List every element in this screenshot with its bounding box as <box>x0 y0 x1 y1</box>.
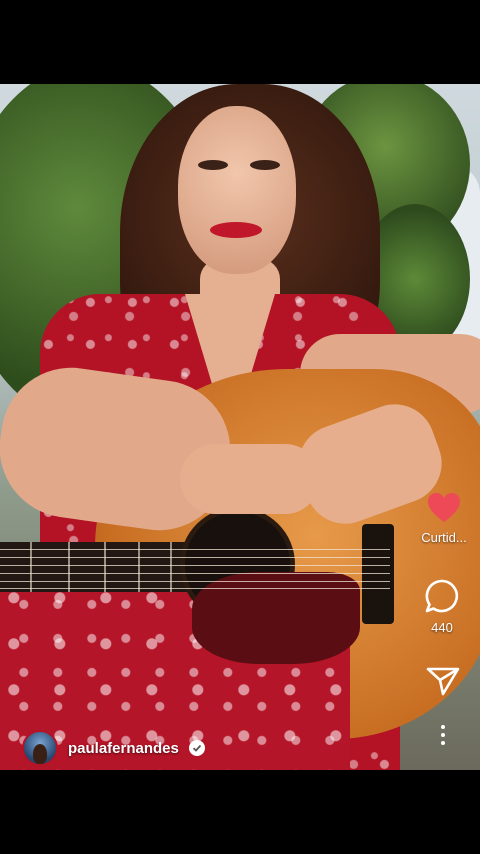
lips <box>210 222 262 238</box>
guitar-bridge <box>362 524 394 624</box>
share-button[interactable] <box>409 666 477 696</box>
guitar-string <box>0 588 390 589</box>
verified-check-icon <box>188 740 205 756</box>
more-options-button[interactable] <box>409 724 477 746</box>
eye <box>198 160 228 170</box>
avatar[interactable] <box>22 730 58 766</box>
like-button[interactable]: Curtid... <box>410 492 478 545</box>
comment-button[interactable]: 440 <box>408 578 476 635</box>
heart-icon <box>428 493 460 522</box>
author-username[interactable]: paulafernandes <box>68 740 179 757</box>
face <box>178 106 296 274</box>
more-vertical-icon <box>441 725 445 745</box>
reel-video[interactable] <box>0 84 480 770</box>
author-row[interactable]: paulafernandes <box>22 728 205 768</box>
guitar-string <box>0 565 390 566</box>
comment-bubble-icon <box>425 579 459 613</box>
check-icon <box>192 744 202 752</box>
guitar-pickguard <box>192 572 360 664</box>
guitar-string <box>0 581 390 582</box>
guitar-string <box>0 573 390 574</box>
paper-plane-icon <box>426 667 460 696</box>
bottom-letterbox <box>0 770 480 854</box>
eye <box>250 160 280 170</box>
guitar-string <box>0 557 390 558</box>
likes-label[interactable]: Curtid... <box>410 530 478 545</box>
comments-count[interactable]: 440 <box>408 620 476 635</box>
top-letterbox <box>0 0 480 84</box>
guitar-string <box>0 549 390 550</box>
